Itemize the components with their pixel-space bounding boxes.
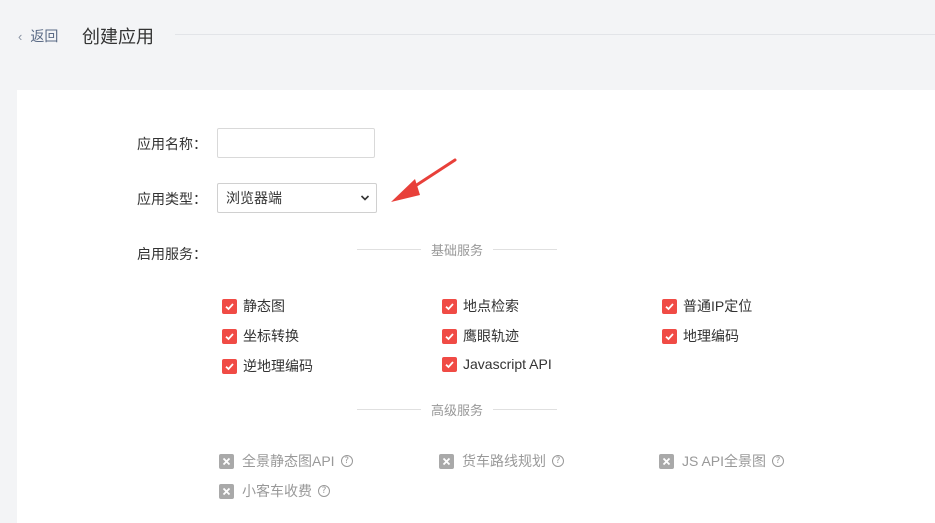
service-label: JS API全景图: [682, 453, 767, 469]
check-icon: [442, 328, 457, 344]
service-label: 地理编码: [683, 328, 739, 344]
help-icon[interactable]: ?: [772, 455, 785, 467]
top-bar: ‹ 返回 创建应用: [0, 0, 935, 70]
service-checkbox-car-toll: 小客车收费 ?: [219, 481, 330, 501]
app-name-label: 应用名称：: [137, 136, 207, 152]
service-checkbox-place-search[interactable]: 地点检索: [442, 296, 519, 316]
service-label: 坐标转换: [243, 328, 299, 344]
basic-services-title: 基础服务: [421, 240, 493, 259]
back-label: 返回: [30, 28, 59, 44]
cross-icon: [219, 453, 234, 469]
service-checkbox-reverse-geocoding[interactable]: 逆地理编码: [222, 356, 313, 376]
check-icon: [222, 328, 237, 344]
page-title: 创建应用: [82, 27, 154, 47]
check-icon: [222, 358, 237, 374]
back-button[interactable]: ‹ 返回: [18, 26, 58, 46]
service-checkbox-static-map[interactable]: 静态图: [222, 296, 285, 316]
app-type-value: 浏览器端: [226, 190, 282, 206]
service-label: Javascript API: [463, 356, 552, 372]
service-label: 鹰眼轨迹: [463, 328, 519, 344]
service-checkbox-truck-route: 货车路线规划 ?: [439, 451, 564, 471]
check-icon: [442, 298, 457, 314]
advanced-services-divider: 高级服务: [357, 399, 557, 419]
service-label: 逆地理编码: [243, 358, 313, 374]
check-icon: [222, 298, 237, 314]
cross-icon: [659, 453, 674, 469]
service-label: 小客车收费: [242, 483, 312, 499]
service-label: 全景静态图API: [242, 453, 335, 469]
service-label: 普通IP定位: [683, 298, 753, 314]
service-checkbox-javascript-api[interactable]: Javascript API: [442, 356, 552, 372]
check-icon: [662, 328, 677, 344]
service-checkbox-panorama-static: 全景静态图API ?: [219, 451, 353, 471]
app-type-select[interactable]: 浏览器端: [217, 183, 377, 213]
chevron-left-icon: ‹: [18, 28, 23, 44]
service-checkbox-ip-location[interactable]: 普通IP定位: [662, 296, 752, 316]
services-label: 启用服务：: [137, 246, 207, 262]
service-label: 静态图: [243, 298, 285, 314]
help-icon[interactable]: ?: [340, 455, 353, 467]
annotation-arrow-icon: [391, 158, 457, 202]
app-type-label: 应用类型：: [137, 191, 207, 207]
service-label: 地点检索: [463, 298, 519, 314]
cross-icon: [219, 483, 234, 499]
service-checkbox-js-panorama: JS API全景图 ?: [659, 451, 785, 471]
header-divider: [175, 34, 935, 35]
service-label: 货车路线规划: [462, 453, 546, 469]
service-checkbox-coord-convert[interactable]: 坐标转换: [222, 326, 299, 346]
basic-services-divider: 基础服务: [357, 239, 557, 259]
form-card: 应用名称： 应用类型： 浏览器端 启用服务： 基础服务 静态图 地点检索 普通I…: [17, 90, 935, 523]
advanced-services-title: 高级服务: [421, 400, 493, 419]
service-checkbox-geocoding[interactable]: 地理编码: [662, 326, 739, 346]
check-icon: [442, 356, 457, 372]
service-checkbox-track[interactable]: 鹰眼轨迹: [442, 326, 519, 346]
app-name-input[interactable]: [217, 128, 375, 158]
check-icon: [662, 298, 677, 314]
cross-icon: [439, 453, 454, 469]
help-icon[interactable]: ?: [552, 455, 564, 467]
chevron-down-icon: [360, 195, 370, 201]
help-icon[interactable]: ?: [318, 485, 330, 497]
